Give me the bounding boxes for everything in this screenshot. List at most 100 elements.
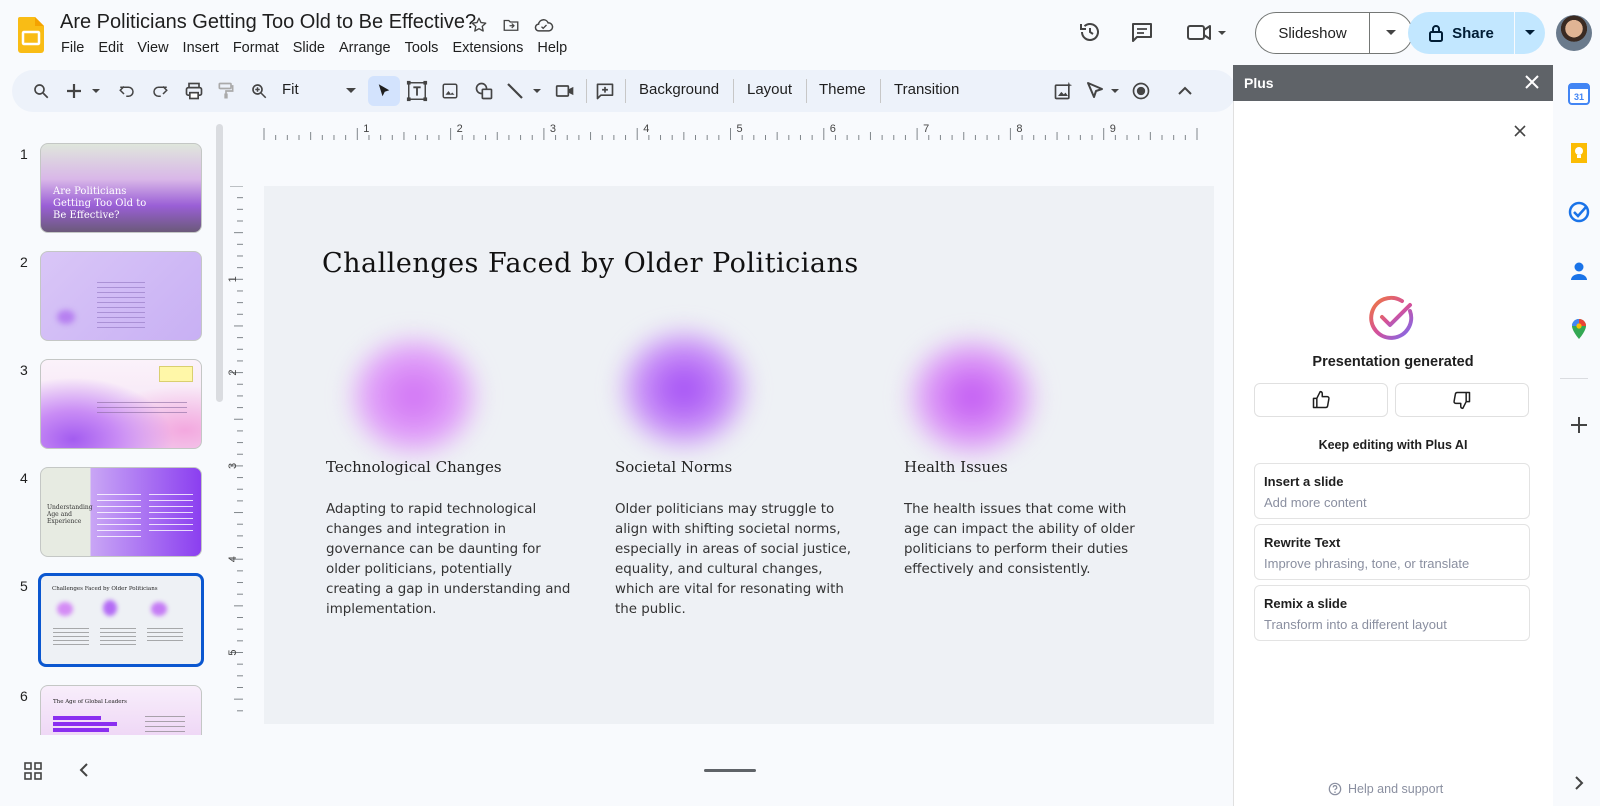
column-body[interactable]: Older politicians may struggle to align … [615, 500, 860, 620]
undo-icon[interactable] [114, 78, 140, 104]
avatar[interactable] [1556, 15, 1592, 51]
slide-number: 5 [20, 578, 28, 594]
contacts-icon[interactable] [1568, 260, 1590, 282]
menu-insert[interactable]: Insert [183, 40, 227, 56]
slide-thumbnail[interactable]: Understanding Age and Experience [40, 467, 202, 557]
slide-number: 2 [20, 254, 28, 270]
menu-format[interactable]: Format [233, 40, 287, 56]
menu-view[interactable]: View [137, 40, 176, 56]
filmstrip-scrollbar[interactable] [216, 124, 223, 402]
ruler-left: 1 2 3 4 5 [228, 186, 243, 712]
column-body[interactable]: The health issues that come with age can… [904, 500, 1149, 580]
line-icon[interactable] [505, 78, 545, 104]
slide-thumbnail[interactable] [40, 251, 202, 341]
grid-view-icon[interactable] [24, 762, 44, 782]
document-title[interactable]: Are Politicians Getting Too Old to Be Ef… [60, 11, 476, 34]
thumbnail-blob [57, 310, 75, 324]
slide-canvas[interactable]: Challenges Faced by Older Politicians Te… [264, 186, 1214, 724]
print-icon[interactable] [181, 78, 207, 104]
transition-button[interactable]: Transition [894, 81, 959, 98]
collapse-filmstrip-icon[interactable] [78, 762, 98, 782]
slide-title[interactable]: Challenges Faced by Older Politicians [322, 248, 859, 279]
textbox-icon[interactable] [404, 78, 430, 104]
move-folder-icon[interactable] [499, 13, 523, 37]
expand-rail-icon[interactable] [1568, 772, 1590, 794]
keep-icon[interactable] [1568, 142, 1590, 164]
new-slide-button[interactable] [64, 78, 104, 104]
thumbs-up-button[interactable] [1254, 383, 1388, 417]
background-button[interactable]: Background [639, 81, 719, 98]
comments-icon[interactable] [1128, 18, 1156, 46]
slide-thumbnail[interactable] [40, 359, 202, 449]
add-image-ai-icon[interactable] [1050, 78, 1076, 104]
share-dropdown[interactable] [1515, 12, 1545, 54]
redo-icon[interactable] [147, 78, 173, 104]
image-icon[interactable] [437, 78, 463, 104]
zoom-dropdown-chevron-icon[interactable] [338, 78, 364, 104]
menu-extensions[interactable]: Extensions [452, 40, 531, 56]
meet-icon[interactable] [1184, 18, 1230, 46]
layout-button[interactable]: Layout [747, 81, 792, 98]
column-heading[interactable]: Technological Changes [326, 458, 502, 476]
cloud-saved-icon[interactable] [532, 13, 556, 37]
slide-number: 6 [20, 688, 28, 704]
help-support-link[interactable]: Help and support [1328, 782, 1443, 796]
menu-help[interactable]: Help [537, 40, 575, 56]
slideshow-dropdown[interactable] [1369, 12, 1413, 54]
record-icon[interactable] [1128, 78, 1154, 104]
menu-slide[interactable]: Slide [293, 40, 333, 56]
close-icon[interactable] [1514, 125, 1530, 141]
pointer-mode-icon[interactable] [1084, 78, 1124, 104]
slide-thumbnail[interactable]: The Age of Global Leaders [40, 685, 202, 735]
menu-arrange[interactable]: Arrange [339, 40, 399, 56]
add-addon-icon[interactable] [1568, 414, 1590, 436]
column-heading[interactable]: Societal Norms [615, 458, 732, 476]
close-icon[interactable] [1524, 74, 1542, 92]
rewrite-text-card[interactable]: Rewrite Text Improve phrasing, tone, or … [1254, 524, 1530, 580]
slide-thumbnail[interactable]: Are Politicians Getting Too Old to Be Ef… [40, 143, 202, 233]
comment-add-icon[interactable] [592, 78, 618, 104]
theme-button[interactable]: Theme [819, 81, 866, 98]
collapse-toolbar-icon[interactable] [1172, 78, 1198, 104]
rail-divider [1560, 378, 1588, 379]
calendar-icon[interactable]: 31 [1568, 83, 1590, 105]
column-body[interactable]: Adapting to rapid technological changes … [326, 500, 571, 620]
toolbar-divider [880, 79, 881, 103]
menu-file[interactable]: File [61, 40, 92, 56]
search-icon[interactable] [28, 78, 54, 104]
help-label: Help and support [1348, 782, 1444, 796]
slide-number: 4 [20, 470, 28, 486]
thumbnail-text-lines [147, 628, 183, 644]
slide-thumbnail-selected[interactable]: Challenges Faced by Older Politicians [38, 573, 204, 667]
ruler-label: 2 [228, 370, 239, 376]
video-icon[interactable] [552, 78, 578, 104]
thumbnail-text-lines [97, 494, 141, 538]
paint-format-icon[interactable] [213, 78, 239, 104]
menu-edit[interactable]: Edit [98, 40, 131, 56]
history-icon[interactable] [1076, 18, 1104, 46]
star-icon[interactable] [467, 13, 491, 37]
maps-icon[interactable] [1568, 318, 1590, 340]
insert-slide-card[interactable]: Insert a slide Add more content [1254, 463, 1530, 519]
generation-status: Presentation generated [1312, 354, 1474, 370]
thumbnail-blob [57, 602, 73, 616]
thumbnail-bar [53, 728, 109, 732]
menu-tools[interactable]: Tools [405, 40, 447, 56]
speaker-notes-handle[interactable] [704, 769, 756, 772]
thumbnail-bar [53, 716, 101, 720]
tasks-icon[interactable] [1568, 201, 1590, 223]
thumbs-down-button[interactable] [1395, 383, 1529, 417]
column-heading[interactable]: Health Issues [904, 458, 1008, 476]
slide-number: 1 [20, 146, 28, 162]
shape-icon[interactable] [471, 78, 497, 104]
slideshow-button[interactable]: Slideshow [1255, 12, 1369, 54]
share-button[interactable]: Share [1408, 12, 1514, 54]
ruler-label: 3 [228, 463, 239, 469]
zoom-icon[interactable] [246, 78, 272, 104]
zoom-select[interactable]: Fit [282, 81, 299, 98]
slides-logo-icon[interactable] [18, 17, 44, 53]
remix-slide-card[interactable]: Remix a slide Transform into a different… [1254, 585, 1530, 641]
plus-panel-title: Plus [1244, 75, 1274, 91]
select-icon[interactable] [371, 78, 397, 104]
ruler-label: 7 [923, 123, 929, 135]
